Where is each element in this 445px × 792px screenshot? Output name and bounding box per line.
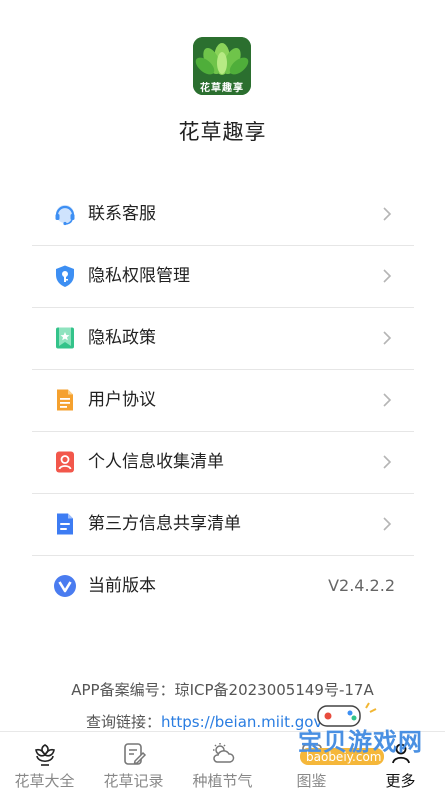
weather-cloud-icon xyxy=(213,743,235,763)
tab-label: 花草大全 xyxy=(14,772,75,790)
tab-flower-records[interactable]: 花草记录 xyxy=(89,732,178,792)
app-name: 花草趣享 xyxy=(178,120,267,144)
chevron-right-icon xyxy=(383,207,392,221)
tab-label: 图鉴 xyxy=(296,772,327,790)
icp-record-text: APP备案编号：琼ICP备2023005149号-17A xyxy=(71,681,374,699)
tab-label: 花草记录 xyxy=(103,772,164,790)
document-icon xyxy=(57,389,73,411)
watermark: 宝贝游戏网 baobeiy.com xyxy=(270,700,422,770)
tab-flower-encyclopedia[interactable]: 花草大全 xyxy=(0,732,89,792)
menu-item-privacy-policy[interactable]: 隐私政策 xyxy=(32,308,414,370)
app-logo: 花草趣享 xyxy=(193,37,251,95)
menu-item-contact-service[interactable]: 联系客服 xyxy=(32,184,414,246)
menu-item-label: 联系客服 xyxy=(88,204,156,224)
menu-item-user-agreement[interactable]: 用户协议 xyxy=(32,370,414,432)
chevron-right-icon xyxy=(383,517,392,531)
menu-item-current-version[interactable]: 当前版本 V2.4.2.2 xyxy=(32,556,414,617)
flower-icon xyxy=(35,744,55,766)
menu-item-label: 隐私权限管理 xyxy=(88,266,190,286)
chevron-right-icon xyxy=(383,331,392,345)
tab-label: 更多 xyxy=(385,772,416,790)
menu-item-label: 第三方信息共享清单 xyxy=(88,514,241,534)
logo-text: 花草趣享 xyxy=(200,83,244,94)
menu-item-label: 当前版本 xyxy=(88,576,156,596)
menu-item-third-party-sharing[interactable]: 第三方信息共享清单 xyxy=(32,494,414,556)
person-card-icon xyxy=(56,451,74,473)
chevron-right-icon xyxy=(383,455,392,469)
shield-key-icon xyxy=(56,265,74,287)
notebook-edit-icon xyxy=(124,743,147,765)
tab-planting-solar-terms[interactable]: 种植节气 xyxy=(178,732,267,792)
menu-item-label: 隐私政策 xyxy=(88,328,156,348)
version-value: V2.4.2.2 xyxy=(328,576,395,595)
menu-item-privacy-permissions[interactable]: 隐私权限管理 xyxy=(32,246,414,308)
watermark-domain: baobeiy.com xyxy=(306,750,382,764)
menu-item-label: 用户协议 xyxy=(88,390,156,410)
menu-item-personal-info-list[interactable]: 个人信息收集清单 xyxy=(32,432,414,494)
list-document-icon xyxy=(57,513,73,535)
menu-item-label: 个人信息收集清单 xyxy=(88,452,224,472)
query-label: 查询链接： xyxy=(86,713,162,731)
headset-icon xyxy=(55,205,75,226)
chevron-right-icon xyxy=(383,393,392,407)
chevron-right-icon xyxy=(383,269,392,283)
version-v-icon xyxy=(54,575,76,597)
settings-menu: 联系客服 隐私权限管理 隐私政策 用户协议 个人信息收集清单 第三方信息共享清单… xyxy=(32,184,414,617)
bookmark-star-icon xyxy=(56,327,74,349)
tab-label: 种植节气 xyxy=(192,772,253,790)
